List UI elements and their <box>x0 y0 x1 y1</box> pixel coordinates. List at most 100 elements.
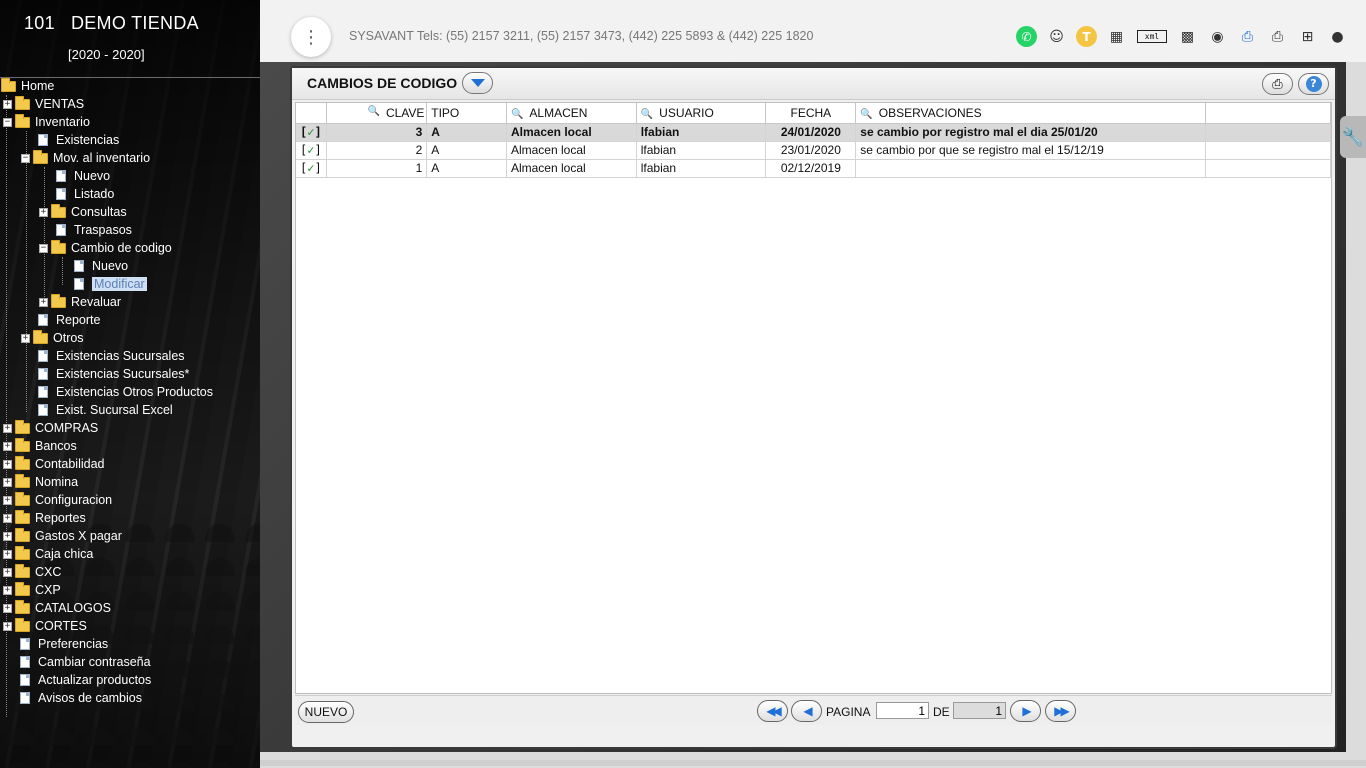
column-header-fecha[interactable]: FECHA <box>765 103 857 124</box>
tree-item-cortes[interactable]: + CORTES <box>3 617 87 635</box>
column-header-almacen[interactable]: 🔍 ALMACEN <box>506 103 637 124</box>
tree-item-reportes[interactable]: + Reportes <box>3 509 86 527</box>
tree-item-modificar[interactable]: Modificar <box>74 275 147 293</box>
new-window-icon[interactable]: ⊞ <box>1297 26 1318 47</box>
cell-clave: 2 <box>326 141 428 160</box>
user-icon[interactable]: ● <box>1327 26 1348 47</box>
tree-item-cxp[interactable]: + CXP <box>3 581 61 599</box>
tree-item-cxc[interactable]: + CXC <box>3 563 61 581</box>
whatsapp-icon[interactable]: ✆ <box>1016 26 1037 47</box>
nuevo-button[interactable]: NUEVO <box>298 701 354 723</box>
tree-item-actualizar-productos[interactable]: Actualizar productos <box>20 671 151 689</box>
expand-icon[interactable]: + <box>3 423 12 433</box>
document-icon <box>20 692 30 704</box>
invoice-search-icon[interactable]: ⎙ <box>1237 26 1258 47</box>
filter-search-icon[interactable]: 🔍 <box>367 106 379 117</box>
filter-search-icon[interactable]: 🔍 <box>641 109 653 120</box>
help-button[interactable]: ? <box>1298 73 1329 95</box>
tree-item-home[interactable]: Home <box>1 77 54 95</box>
table-row[interactable]: [✓] 3 A Almacen local lfabian 24/01/2020… <box>296 123 1331 142</box>
options-dropdown-button[interactable] <box>462 72 493 94</box>
expand-icon[interactable]: + <box>3 513 12 523</box>
table-row[interactable]: [✓] 1 A Almacen local lfabian 02/12/2019 <box>296 159 1331 178</box>
tree-item-existencias-sucursales-star[interactable]: Existencias Sucursales* <box>38 365 189 383</box>
tree-item-inventario[interactable]: − Inventario <box>3 113 90 131</box>
collapse-icon[interactable]: − <box>3 117 12 127</box>
expand-icon[interactable]: + <box>3 477 12 487</box>
tree-item-label: Cambio de codigo <box>71 241 172 255</box>
expand-icon[interactable]: + <box>3 99 12 109</box>
tree-item-otros[interactable]: + Otros <box>21 329 84 347</box>
wrench-icon[interactable]: 🔧 <box>1340 116 1366 158</box>
row-checkbox[interactable]: [✓] <box>296 123 328 142</box>
last-page-button[interactable]: ▶▶ <box>1045 700 1076 722</box>
tree-item-cambiar-contrasena[interactable]: Cambiar contraseña <box>20 653 151 671</box>
tree-item-catalogos[interactable]: + CATALOGOS <box>3 599 111 617</box>
tree-item-exist-sucursal-excel[interactable]: Exist. Sucursal Excel <box>38 401 173 419</box>
column-header-observaciones[interactable]: 🔍 OBSERVACIONES <box>855 103 1206 124</box>
next-page-button[interactable]: ▶ <box>1010 700 1041 722</box>
collapse-icon[interactable]: − <box>21 153 30 163</box>
column-header-tipo[interactable]: TIPO <box>426 103 507 124</box>
expand-icon[interactable]: + <box>39 207 48 217</box>
tree-item-caja-chica[interactable]: + Caja chica <box>3 545 93 563</box>
expand-icon[interactable]: + <box>3 567 12 577</box>
expand-icon[interactable]: + <box>3 531 12 541</box>
tree-item-consultas[interactable]: + Consultas <box>39 203 127 221</box>
tree-item-contabilidad[interactable]: + Contabilidad <box>3 455 105 473</box>
tree-item-nomina[interactable]: + Nomina <box>3 473 78 491</box>
tree-item-existencias-otros[interactable]: Existencias Otros Productos <box>38 383 213 401</box>
arrow-left-icon: ◀ <box>803 704 812 718</box>
tree-item-reporte[interactable]: Reporte <box>38 311 100 329</box>
tree-item-compras[interactable]: + COMPRAS <box>3 419 98 437</box>
expand-icon[interactable]: + <box>3 585 12 595</box>
collapse-icon[interactable]: − <box>39 243 48 253</box>
dashboard-icon[interactable]: ▦ <box>1106 26 1127 47</box>
tree-item-bancos[interactable]: + Bancos <box>3 437 77 455</box>
tree-item-existencias[interactable]: Existencias <box>38 131 119 149</box>
folder-open-icon <box>1 77 16 92</box>
tree-item-avisos-cambios[interactable]: Avisos de cambios <box>20 689 142 707</box>
expand-icon[interactable]: + <box>3 495 12 505</box>
document-icon <box>74 260 84 272</box>
more-menu-button[interactable]: ⋮ <box>291 17 331 57</box>
filter-search-icon[interactable]: 🔍 <box>511 109 523 120</box>
column-header-usuario[interactable]: 🔍 USUARIO <box>636 103 767 124</box>
column-header-clave[interactable]: 🔍 CLAVE <box>326 103 428 124</box>
support-icon[interactable]: ☺ <box>1046 26 1067 47</box>
tree-item-configuracion[interactable]: + Configuracion <box>3 491 112 509</box>
cell-tipo: A <box>426 141 507 160</box>
expand-icon[interactable]: + <box>3 549 12 559</box>
expand-icon[interactable]: + <box>3 621 12 631</box>
expand-icon[interactable]: + <box>39 297 48 307</box>
tree-item-revaluar[interactable]: + Revaluar <box>39 293 121 311</box>
xml-icon[interactable]: xml <box>1136 26 1168 47</box>
tree-item-existencias-sucursales[interactable]: Existencias Sucursales <box>38 347 185 365</box>
token-icon[interactable]: T <box>1076 26 1097 47</box>
row-checkbox[interactable]: [✓] <box>296 141 328 160</box>
tree-item-gastos[interactable]: + Gastos X pagar <box>3 527 122 545</box>
row-checkbox[interactable]: [✓] <box>296 159 328 178</box>
expand-icon[interactable]: + <box>3 603 12 613</box>
tree-item-traspasos[interactable]: Traspasos <box>56 221 132 239</box>
tree-item-ventas[interactable]: + VENTAS <box>3 95 84 113</box>
tree-item-mov-nuevo[interactable]: Nuevo <box>56 167 110 185</box>
print-icon[interactable]: ⎙ <box>1267 26 1288 47</box>
table-row[interactable]: [✓] 2 A Almacen local lfabian 23/01/2020… <box>296 141 1331 160</box>
tree-item-cambio-codigo[interactable]: − Cambio de codigo <box>39 239 172 257</box>
page-input[interactable] <box>876 702 929 719</box>
expand-icon[interactable]: + <box>3 441 12 451</box>
expand-icon[interactable]: + <box>3 459 12 469</box>
tree-item-cambio-nuevo[interactable]: Nuevo <box>74 257 128 275</box>
tree-item-mov-inventario[interactable]: − Mov. al inventario <box>21 149 150 167</box>
filter-search-icon[interactable]: 🔍 <box>860 109 872 120</box>
tree-item-listado[interactable]: Listado <box>56 185 114 203</box>
expand-icon[interactable]: + <box>21 333 30 343</box>
settings-icon[interactable]: ◉ <box>1207 26 1228 47</box>
print-button[interactable]: ⎙ <box>1262 73 1293 95</box>
tree-item-preferencias[interactable]: Preferencias <box>20 635 108 653</box>
qr-icon[interactable]: ▩ <box>1177 26 1198 47</box>
horizontal-scrollbar[interactable] <box>260 760 1366 766</box>
previous-page-button[interactable]: ◀ <box>791 700 822 722</box>
first-page-button[interactable]: ◀◀ <box>757 700 788 722</box>
